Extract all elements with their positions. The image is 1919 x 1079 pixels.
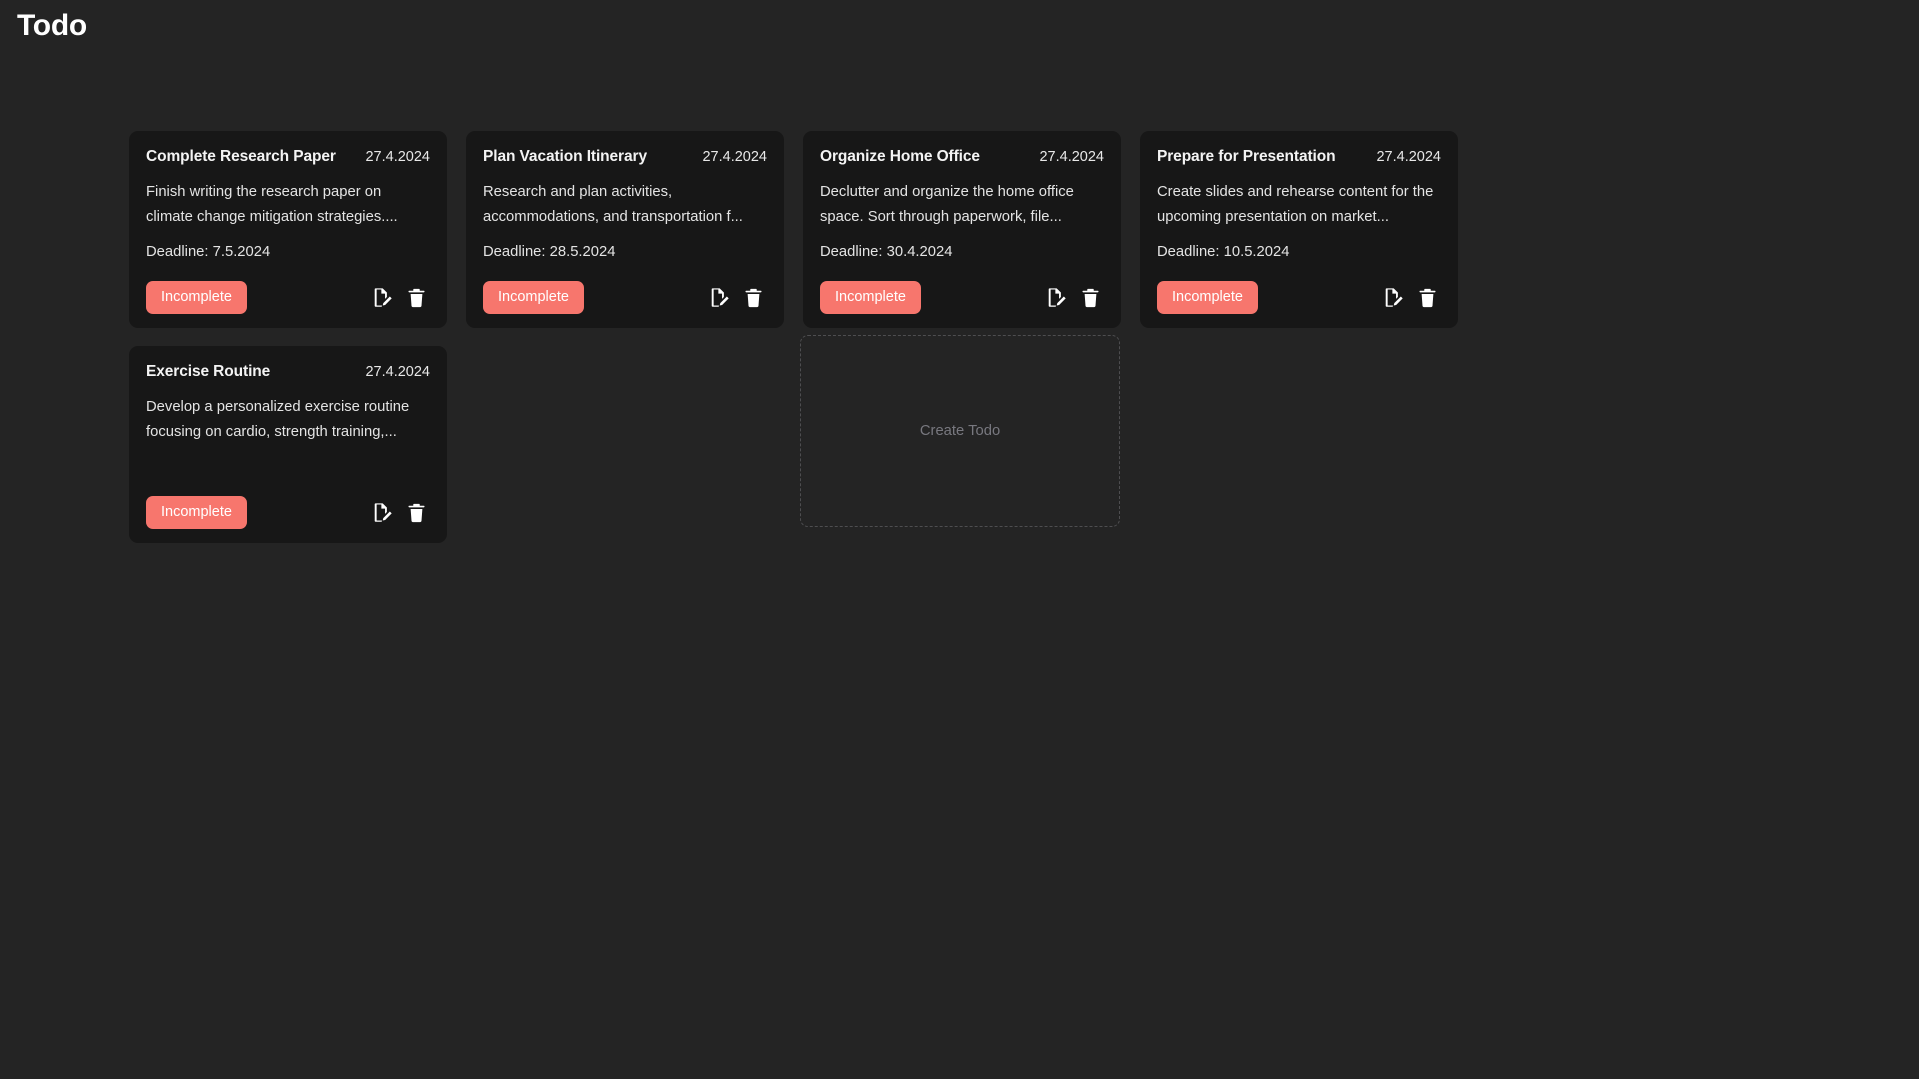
edit-todo-button[interactable] (372, 287, 393, 309)
todo-card-footer: Incomplete (1157, 281, 1441, 314)
delete-todo-button[interactable] (743, 287, 764, 309)
status-badge[interactable]: Incomplete (483, 281, 584, 314)
todo-created-date: 27.4.2024 (1039, 149, 1104, 165)
status-badge[interactable]: Incomplete (820, 281, 921, 314)
todo-card-footer: Incomplete (820, 281, 1104, 314)
edit-todo-button[interactable] (372, 502, 393, 524)
todo-card: Exercise Routine 27.4.2024 Develop a perso… (129, 346, 447, 543)
todo-card-actions (372, 287, 430, 309)
status-badge[interactable]: Incomplete (1157, 281, 1258, 314)
todo-card-header: Complete Research Paper 27.4.2024 (146, 148, 430, 166)
todo-card-header: Organize Home Office 27.4.2024 (820, 148, 1104, 166)
todo-description: Declutter and organize the home office s… (820, 184, 1074, 225)
delete-todo-button[interactable] (406, 502, 427, 524)
todo-app-root: Todo Complete Research Paper 27.4.2024 Fin… (0, 0, 1919, 1079)
todo-description: Research and plan activities, accommodat… (483, 184, 743, 225)
status-badge[interactable]: Incomplete (146, 281, 247, 314)
todo-card-header: Prepare for Presentation 27.4.2024 (1157, 148, 1441, 166)
todo-description: Develop a personalized exercise routine … (146, 399, 410, 440)
todo-card-footer: Incomplete (146, 496, 430, 529)
todo-card: Complete Research Paper 27.4.2024 Finish w… (129, 131, 447, 328)
todo-card-footer: Incomplete (146, 281, 430, 314)
create-todo-placeholder[interactable]: Create Todo (800, 335, 1120, 527)
todo-deadline: Deadline: 10.5.2024 (1157, 244, 1290, 260)
todo-description: Finish writing the research paper on cli… (146, 184, 398, 225)
todo-card-header: Exercise Routine 27.4.2024 (146, 363, 430, 381)
todo-deadline (146, 457, 430, 477)
todo-created-date: 27.4.2024 (365, 149, 430, 165)
todo-card-actions (372, 502, 430, 524)
todo-title: Complete Research Paper (146, 148, 336, 165)
todo-card-actions (709, 287, 767, 309)
edit-todo-button[interactable] (709, 287, 730, 309)
document-edit-icon (1046, 287, 1067, 308)
todo-card: Prepare for Presentation 27.4.2024 Create … (1140, 131, 1458, 328)
delete-todo-button[interactable] (1417, 287, 1438, 309)
delete-todo-button[interactable] (1080, 287, 1101, 309)
todo-title: Prepare for Presentation (1157, 148, 1336, 165)
todo-deadline: Deadline: 30.4.2024 (820, 244, 953, 260)
todo-description: Create slides and rehearse content for t… (1157, 184, 1434, 225)
todo-deadline: Deadline: 28.5.2024 (483, 244, 616, 260)
create-todo-label: Create Todo (919, 423, 1001, 439)
edit-todo-button[interactable] (1046, 287, 1067, 309)
todo-created-date: 27.4.2024 (1376, 149, 1441, 165)
status-badge[interactable]: Incomplete (146, 496, 247, 529)
edit-todo-button[interactable] (1383, 287, 1404, 309)
page-title: Todo (17, 9, 87, 42)
document-edit-icon (372, 287, 393, 308)
document-edit-icon (709, 287, 730, 308)
trash-icon (1080, 287, 1101, 309)
trash-icon (1417, 287, 1438, 309)
trash-icon (406, 502, 427, 524)
trash-icon (743, 287, 764, 309)
todo-card-header: Plan Vacation Itinerary 27.4.2024 (483, 148, 767, 166)
todo-card-actions (1383, 287, 1441, 309)
todo-created-date: 27.4.2024 (365, 364, 430, 380)
todo-card: Plan Vacation Itinerary 27.4.2024 Research… (466, 131, 784, 328)
delete-todo-button[interactable] (406, 287, 427, 309)
document-edit-icon (372, 502, 393, 523)
todo-card-actions (1046, 287, 1104, 309)
trash-icon (406, 287, 427, 309)
todo-card: Organize Home Office 27.4.2024 Declutter a… (803, 131, 1121, 328)
todo-title: Plan Vacation Itinerary (483, 148, 647, 165)
todo-title: Exercise Routine (146, 363, 271, 380)
todo-created-date: 27.4.2024 (702, 149, 767, 165)
document-edit-icon (1383, 287, 1404, 308)
todo-deadline: Deadline: 7.5.2024 (146, 244, 271, 260)
todo-title: Organize Home Office (820, 148, 980, 165)
todo-card-footer: Incomplete (483, 281, 767, 314)
